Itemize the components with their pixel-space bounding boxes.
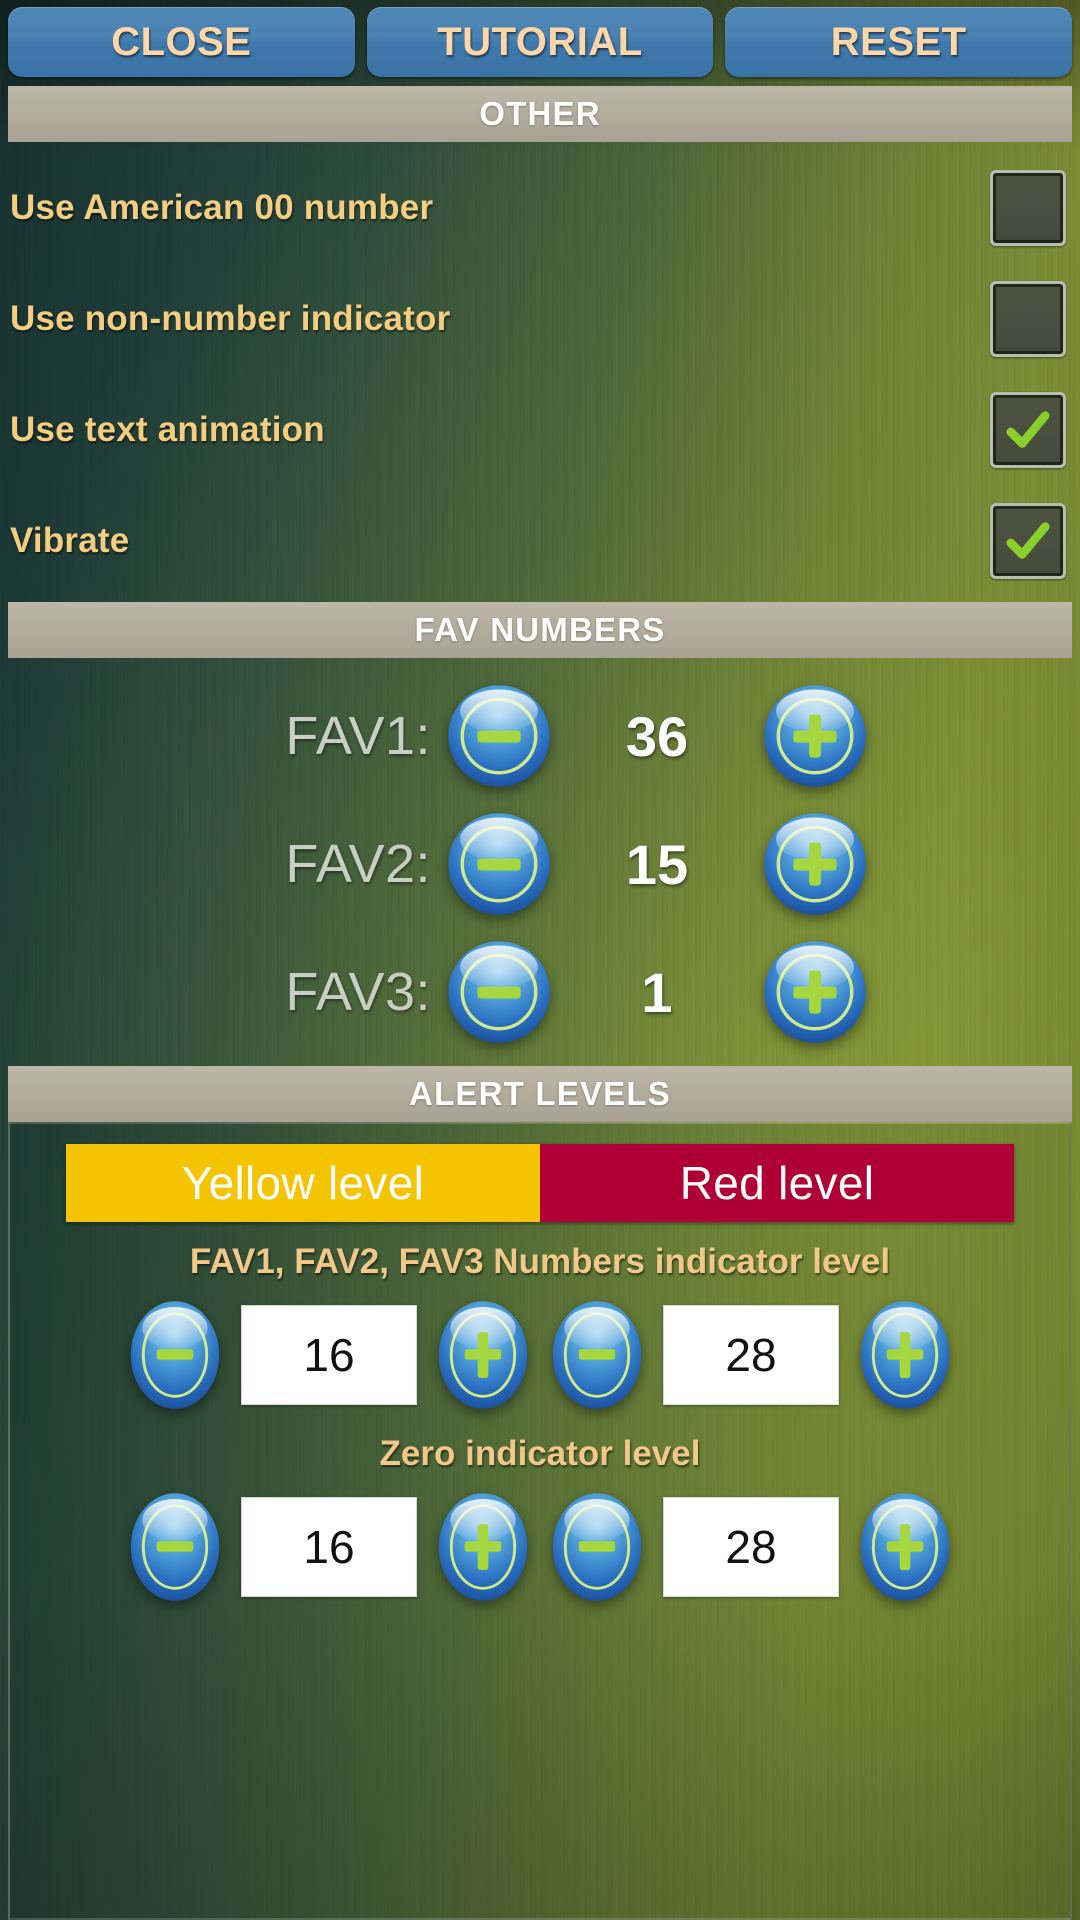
option-label: Use text animation [10, 409, 325, 449]
option-label: Use American 00 number [10, 187, 434, 227]
alert-level-tabs: Yellow level Red level [66, 1144, 1014, 1222]
checkbox-use-text-animation[interactable] [990, 391, 1066, 468]
checkbox-use-non-number-indicator[interactable] [990, 280, 1066, 357]
stepper-row-fav-indicator: 16 28 [18, 1296, 1062, 1414]
group-title-fav-numbers-indicator: FAV1, FAV2, FAV3 Numbers indicator level [189, 1242, 891, 1281]
fav-indicator-red-input[interactable]: 28 [663, 1305, 839, 1405]
fav2-decrement-button[interactable] [445, 810, 553, 918]
fav-row-2: FAV2: 15 [0, 800, 1080, 928]
zero-indicator-red-decrement-button[interactable] [549, 1489, 645, 1605]
plus-icon [438, 1493, 528, 1601]
fav-indicator-yellow-decrement-button[interactable] [127, 1297, 223, 1413]
fav-label-1: FAV1: [285, 706, 431, 766]
fav2-increment-button[interactable] [761, 810, 869, 918]
top-action-bar: CLOSE TUTORIAL RESET [0, 0, 1080, 86]
fav-value-1: 36 [625, 704, 689, 768]
zero-indicator-red-increment-button[interactable] [857, 1489, 953, 1605]
fav-indicator-yellow-input[interactable]: 16 [241, 1305, 417, 1405]
tutorial-button[interactable]: TUTORIAL [366, 7, 714, 77]
tab-red-level[interactable]: Red level [540, 1144, 1014, 1222]
minus-icon [130, 1301, 220, 1409]
fav-label-2: FAV2: [285, 834, 431, 894]
fav1-decrement-button[interactable] [445, 682, 553, 790]
fav-indicator-red-increment-button[interactable] [857, 1297, 953, 1413]
plus-icon [764, 685, 866, 787]
minus-icon [448, 813, 550, 915]
close-button[interactable]: CLOSE [8, 7, 355, 77]
check-icon [1006, 521, 1050, 559]
fav-row-1: FAV1: 36 [0, 672, 1080, 800]
settings-screen: CLOSE TUTORIAL RESET OTHER Use American … [0, 0, 1080, 1920]
fav-row-3: FAV3: 1 [0, 928, 1080, 1056]
option-row-use-text-animation[interactable]: Use text animation [0, 374, 1080, 485]
plus-icon [860, 1301, 950, 1409]
tab-yellow-level[interactable]: Yellow level [66, 1144, 540, 1222]
minus-icon [552, 1493, 642, 1601]
option-row-vibrate[interactable]: Vibrate [0, 485, 1080, 596]
section-header-alert-levels: ALERT LEVELS [8, 1066, 1072, 1122]
stepper-row-zero-indicator: 16 28 [18, 1488, 1062, 1606]
check-icon [1006, 410, 1050, 448]
plus-icon [860, 1493, 950, 1601]
plus-icon [764, 813, 866, 915]
zero-indicator-yellow-increment-button[interactable] [435, 1489, 531, 1605]
minus-icon [448, 685, 550, 787]
zero-indicator-yellow-input[interactable]: 16 [241, 1497, 417, 1597]
fav-value-2: 15 [625, 832, 689, 896]
reset-button[interactable]: RESET [725, 7, 1073, 77]
fav-value-3: 1 [641, 960, 673, 1024]
zero-indicator-red-input[interactable]: 28 [663, 1497, 839, 1597]
plus-icon [438, 1301, 528, 1409]
fav-indicator-red-decrement-button[interactable] [549, 1297, 645, 1413]
minus-icon [448, 941, 550, 1043]
checkbox-use-american-00-number[interactable] [990, 169, 1066, 246]
section-header-fav-numbers: FAV NUMBERS [8, 602, 1072, 658]
alert-levels-panel: Yellow level Red level FAV1, FAV2, FAV3 … [8, 1122, 1072, 1920]
option-row-use-american-00-number[interactable]: Use American 00 number [0, 152, 1080, 263]
group-title-zero-indicator: Zero indicator level [379, 1434, 701, 1473]
minus-icon [130, 1493, 220, 1601]
fav-indicator-yellow-increment-button[interactable] [435, 1297, 531, 1413]
checkbox-vibrate[interactable] [990, 502, 1066, 579]
fav-label-3: FAV3: [285, 962, 431, 1022]
zero-indicator-yellow-decrement-button[interactable] [127, 1489, 223, 1605]
fav-numbers-list: FAV1: 36 FAV2: 15 FAV3: 1 [0, 658, 1080, 1066]
fav3-increment-button[interactable] [761, 938, 869, 1046]
option-label: Use non-number indicator [10, 298, 451, 338]
fav3-decrement-button[interactable] [445, 938, 553, 1046]
minus-icon [552, 1301, 642, 1409]
option-label: Vibrate [10, 520, 130, 560]
plus-icon [764, 941, 866, 1043]
fav1-increment-button[interactable] [761, 682, 869, 790]
section-header-other: OTHER [8, 86, 1072, 142]
other-options-list: Use American 00 number Use non-number in… [0, 142, 1080, 602]
option-row-use-non-number-indicator[interactable]: Use non-number indicator [0, 263, 1080, 374]
